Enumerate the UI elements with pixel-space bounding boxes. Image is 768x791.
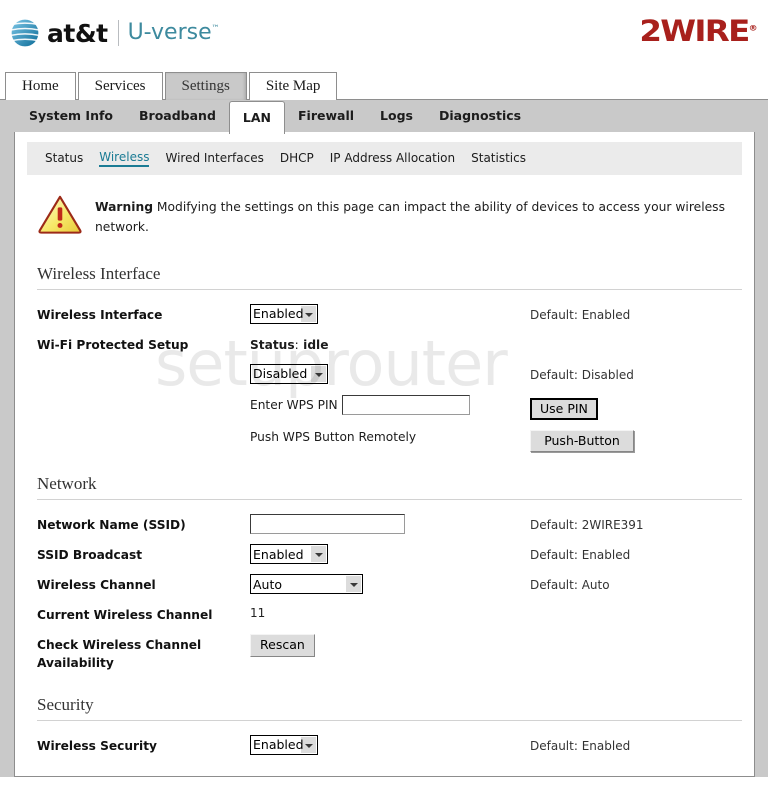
content-panel-wrapper: setuprouter Status Wireless Wired Interf… — [0, 132, 768, 777]
content-panel: setuprouter Status Wireless Wired Interf… — [14, 132, 755, 777]
section-network: Network Network Name (SSID) Default: 2WI… — [37, 474, 742, 672]
wireless-interface-select[interactable]: Enabled — [250, 303, 318, 324]
warning-text: Warning Modifying the settings on this p… — [95, 193, 728, 238]
wps-status-value: idle — [303, 337, 329, 352]
section-security: Security Wireless Security Enabled Defau… — [37, 695, 742, 759]
label-network-name-ssid: Network Name (SSID) — [37, 518, 186, 533]
att-wordmark: at&t — [47, 18, 108, 48]
tab-firewall[interactable]: Firewall — [285, 100, 367, 132]
logo-divider — [117, 20, 119, 46]
row-wireless-security: Wireless Security Enabled Default: Enabl… — [37, 734, 742, 759]
wps-pin-input[interactable] — [342, 394, 471, 415]
section-title-security: Security — [37, 695, 742, 721]
label-wireless-security: Wireless Security — [37, 738, 157, 753]
tab-logs[interactable]: Logs — [367, 100, 426, 132]
row-current-channel: Current Wireless Channel 11 — [37, 604, 742, 628]
ssid-input[interactable] — [250, 514, 405, 535]
wireless-subnav: Status Wireless Wired Interfaces DHCP IP… — [27, 142, 742, 175]
default-ssid: Default: 2WIRE391 — [530, 518, 644, 533]
row-wireless-interface: Wireless Interface Enabled Default: Enab… — [37, 303, 742, 328]
warning-banner: Warning Modifying the settings on this p… — [37, 193, 728, 238]
row-ssid-broadcast: SSID Broadcast Enabled Default: Enabled — [37, 544, 742, 568]
label-wireless-interface: Wireless Interface — [37, 307, 163, 322]
twowire-logo: 2WIRE® — [639, 14, 758, 48]
tab-settings[interactable]: Settings — [164, 72, 247, 100]
warning-triangle-icon — [38, 195, 82, 234]
tab-broadband[interactable]: Broadband — [126, 100, 229, 132]
ssid-broadcast-select[interactable]: Enabled — [250, 544, 328, 565]
push-button[interactable]: Push-Button — [530, 430, 634, 453]
wireless-security-select[interactable]: Enabled — [250, 734, 318, 755]
default-wireless-channel: Default: Auto — [530, 578, 610, 593]
subnav-item-wired-interfaces[interactable]: Wired Interfaces — [165, 151, 263, 166]
tab-home[interactable]: Home — [5, 72, 76, 100]
registered-symbol: ® — [749, 23, 758, 33]
row-wps-pin: Enter WPS PIN Use PIN — [37, 394, 742, 421]
label-pin-blank — [37, 394, 250, 397]
default-wireless-security: Default: Enabled — [530, 738, 631, 753]
value-current-wireless-channel: 11 — [250, 606, 266, 621]
tab-services[interactable]: Services — [77, 72, 163, 100]
row-wireless-channel: Wireless Channel Auto Default: Auto — [37, 574, 742, 598]
label-wireless-channel: Wireless Channel — [37, 578, 156, 593]
label-ssid-broadcast: SSID Broadcast — [37, 548, 143, 563]
row-rescan: Check Wireless Channel Availability Resc… — [37, 634, 742, 672]
att-globe-icon — [10, 18, 40, 48]
subnav-item-dhcp[interactable]: DHCP — [280, 151, 314, 166]
warning-title: Warning — [95, 200, 154, 214]
secondary-tab-bar: System Info Broadband LAN Firewall Logs … — [0, 100, 768, 134]
tab-site-map[interactable]: Site Map — [248, 72, 338, 100]
warning-message: Modifying the settings on this page can … — [95, 200, 725, 234]
subnav-item-wireless[interactable]: Wireless — [99, 150, 150, 167]
row-wps-push: Push WPS Button Remotely Push-Button — [37, 426, 742, 453]
label-enter-wps-pin: Enter WPS PIN — [250, 397, 338, 412]
tab-diagnostics[interactable]: Diagnostics — [426, 100, 534, 132]
section-wireless-interface: Wireless Interface Wireless Interface En… — [37, 264, 742, 453]
wps-enable-select[interactable]: Disabled — [250, 363, 328, 384]
use-pin-button[interactable]: Use PIN — [530, 397, 598, 421]
label-wps-blank — [37, 364, 250, 367]
row-wps-status: Wi-Fi Protected Setup Status: idle — [37, 334, 742, 358]
wireless-channel-select[interactable]: Auto — [250, 574, 363, 595]
label-current-wireless-channel: Current Wireless Channel — [37, 608, 213, 623]
subnav-item-statistics[interactable]: Statistics — [471, 151, 526, 166]
primary-tab-bar: Home Services Settings Site Map — [0, 72, 768, 100]
default-wireless-interface: Default: Enabled — [530, 307, 631, 322]
default-wps: Default: Disabled — [530, 367, 634, 382]
row-wps-enable: Disabled Default: Disabled — [37, 363, 742, 388]
att-uverse-logo: at&t U-verse™ — [10, 18, 220, 48]
subnav-item-ip-address-allocation[interactable]: IP Address Allocation — [330, 151, 455, 166]
wps-status-key: Status — [250, 337, 295, 352]
tab-system-info[interactable]: System Info — [16, 100, 126, 132]
trademark-symbol: ™ — [211, 23, 220, 33]
rescan-button[interactable]: Rescan — [250, 634, 315, 657]
section-title-network: Network — [37, 474, 742, 501]
tab-lan[interactable]: LAN — [228, 100, 286, 134]
subnav-item-status[interactable]: Status — [45, 151, 83, 166]
label-push-blank — [37, 426, 250, 429]
label-push-wps-remotely: Push WPS Button Remotely — [250, 430, 417, 445]
label-wifi-protected-setup: Wi-Fi Protected Setup — [37, 337, 189, 352]
section-title-wireless-interface: Wireless Interface — [37, 264, 742, 290]
row-ssid: Network Name (SSID) Default: 2WIRE391 — [37, 514, 742, 538]
label-check-channel-availability: Check Wireless Channel Availability — [37, 638, 202, 670]
uverse-wordmark: U-verse™ — [127, 20, 220, 45]
page-header: at&t U-verse™ 2WIRE® — [0, 0, 768, 72]
default-ssid-broadcast: Default: Enabled — [530, 548, 631, 563]
wps-status-separator: : — [294, 337, 299, 352]
